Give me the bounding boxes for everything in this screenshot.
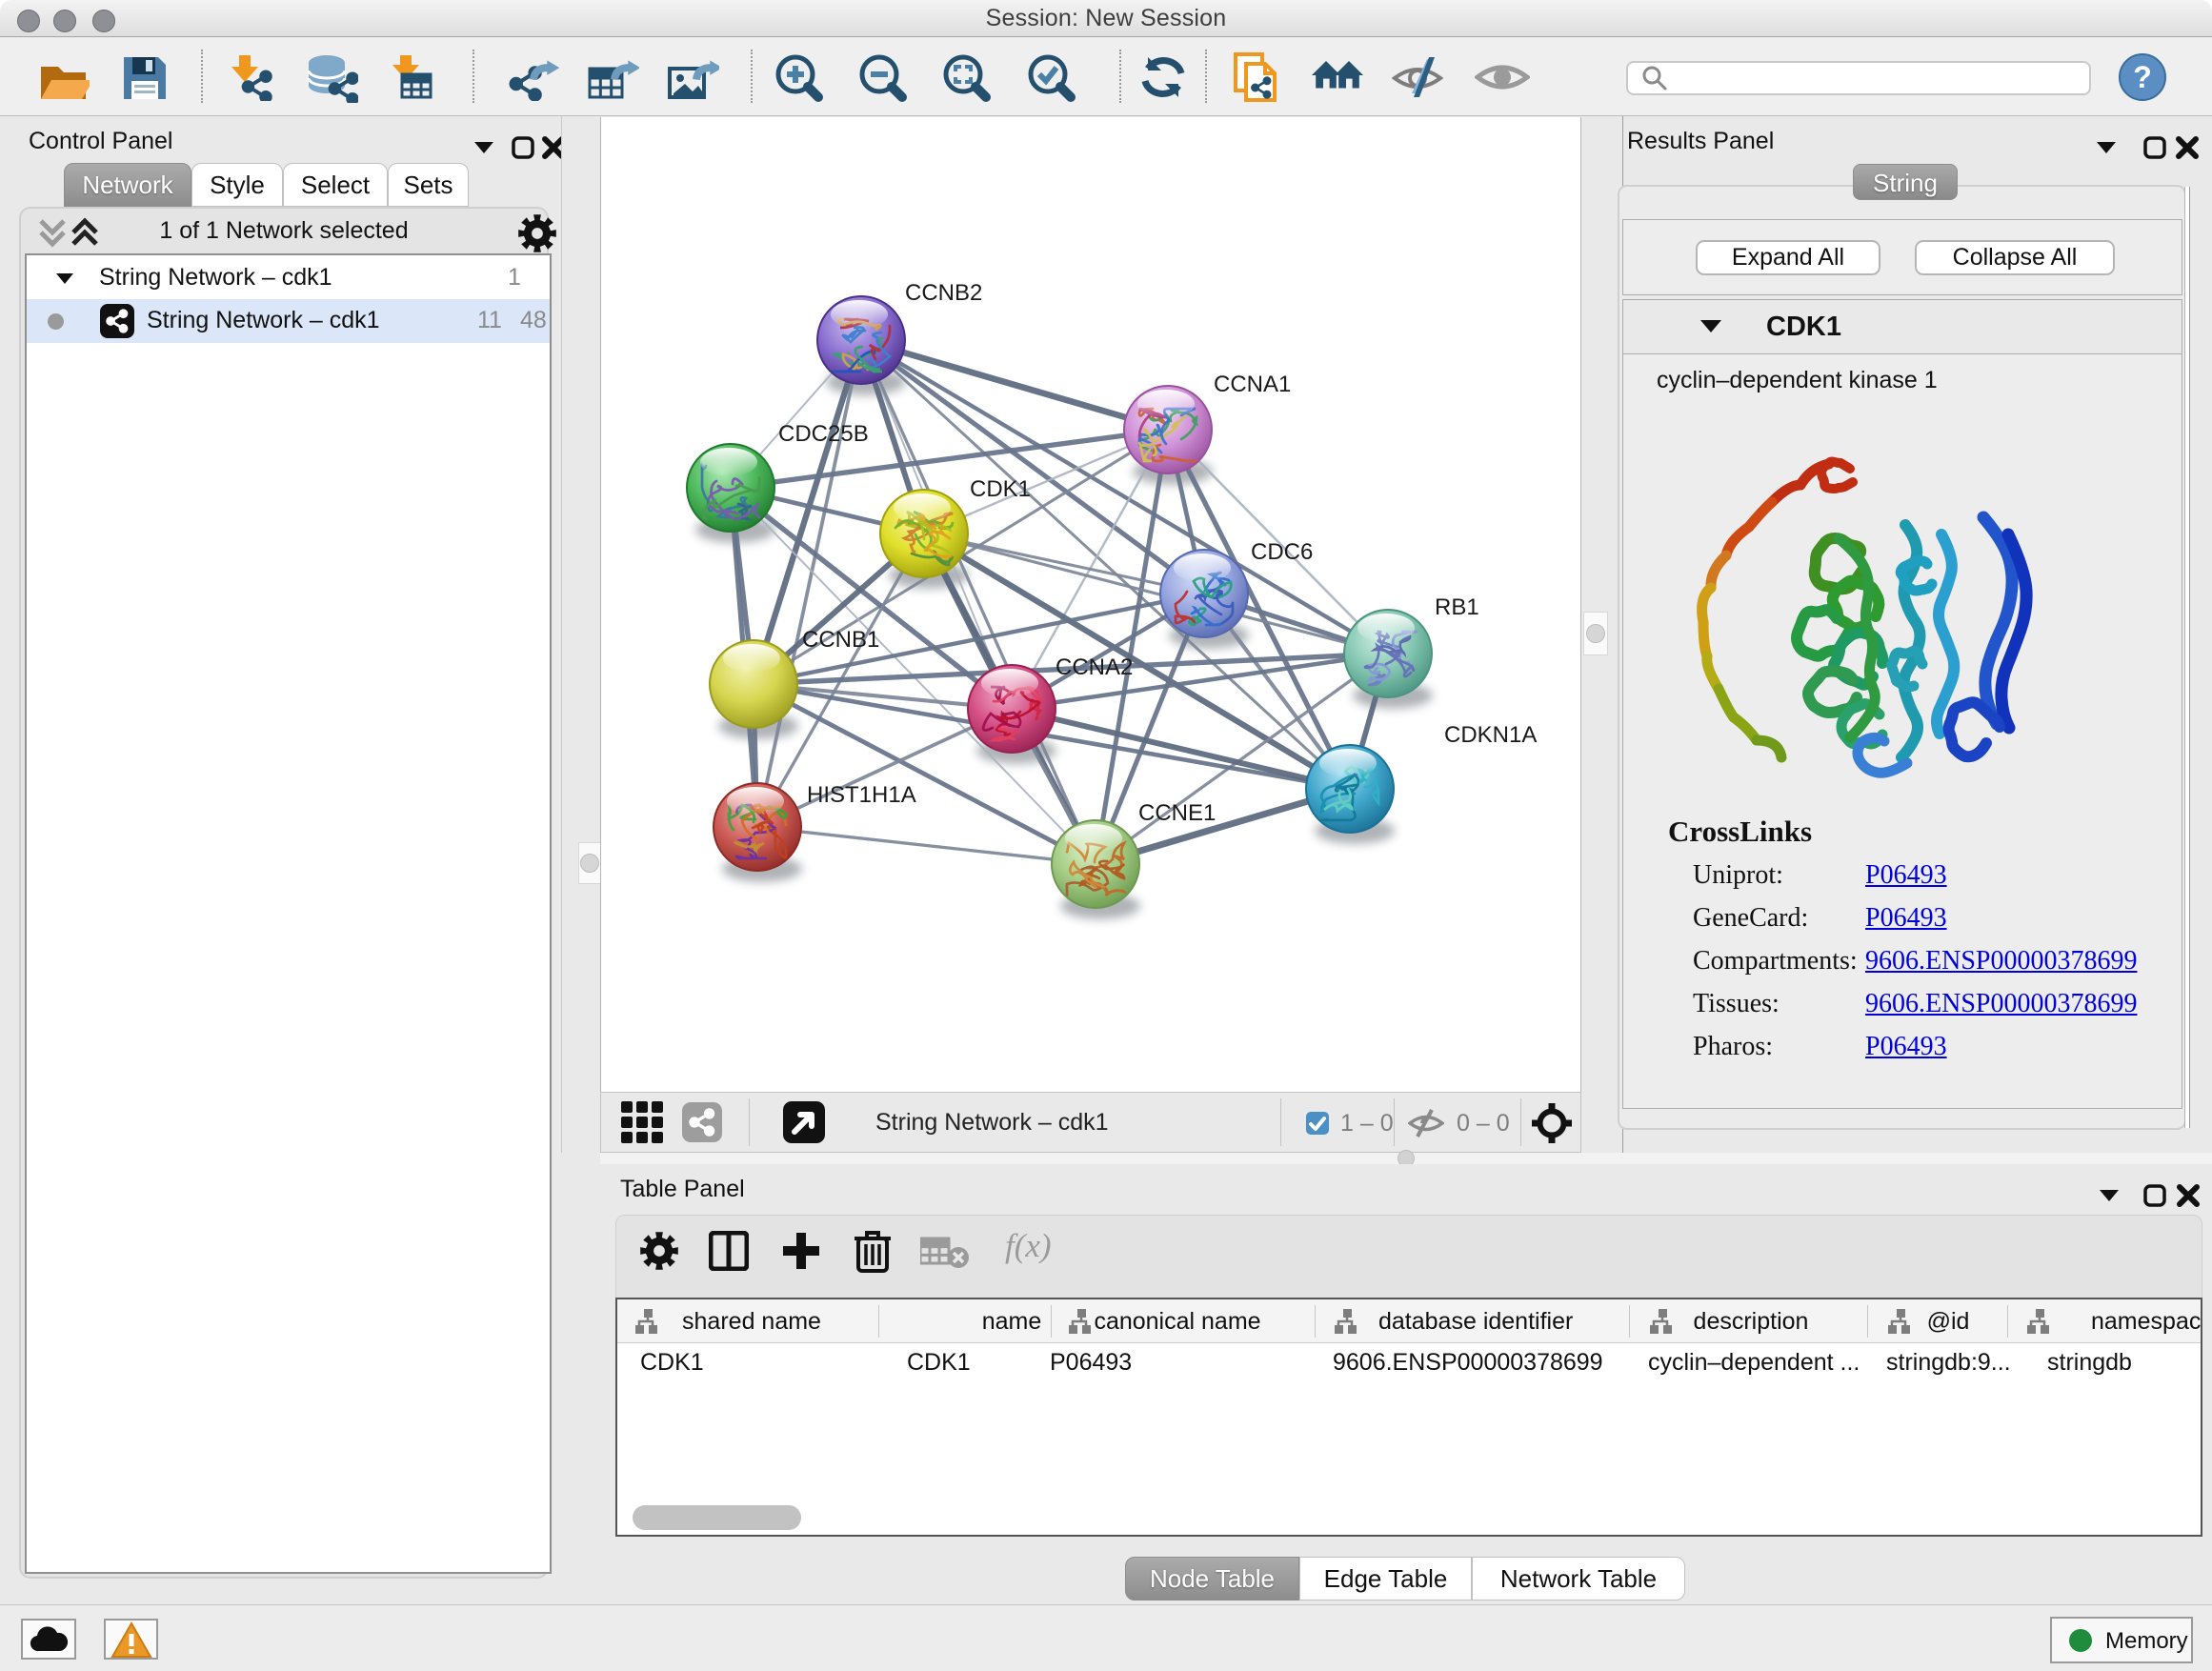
- svg-text:HIST1H1A: HIST1H1A: [807, 782, 916, 808]
- svg-text:?: ?: [2133, 60, 2152, 94]
- svg-text:CDC25B: CDC25B: [778, 421, 869, 447]
- svg-text:CDKN1A: CDKN1A: [1444, 722, 1537, 748]
- svg-text:CDC6: CDC6: [1251, 539, 1313, 565]
- svg-text:CCNB2: CCNB2: [905, 280, 982, 306]
- svg-text:CCNA1: CCNA1: [1214, 372, 1291, 397]
- svg-text:CCNA2: CCNA2: [1056, 654, 1133, 680]
- svg-text:RB1: RB1: [1435, 594, 1479, 620]
- svg-text:CDK1: CDK1: [970, 476, 1031, 502]
- svg-text:CCNB1: CCNB1: [802, 627, 879, 653]
- svg-text:CCNE1: CCNE1: [1138, 800, 1216, 826]
